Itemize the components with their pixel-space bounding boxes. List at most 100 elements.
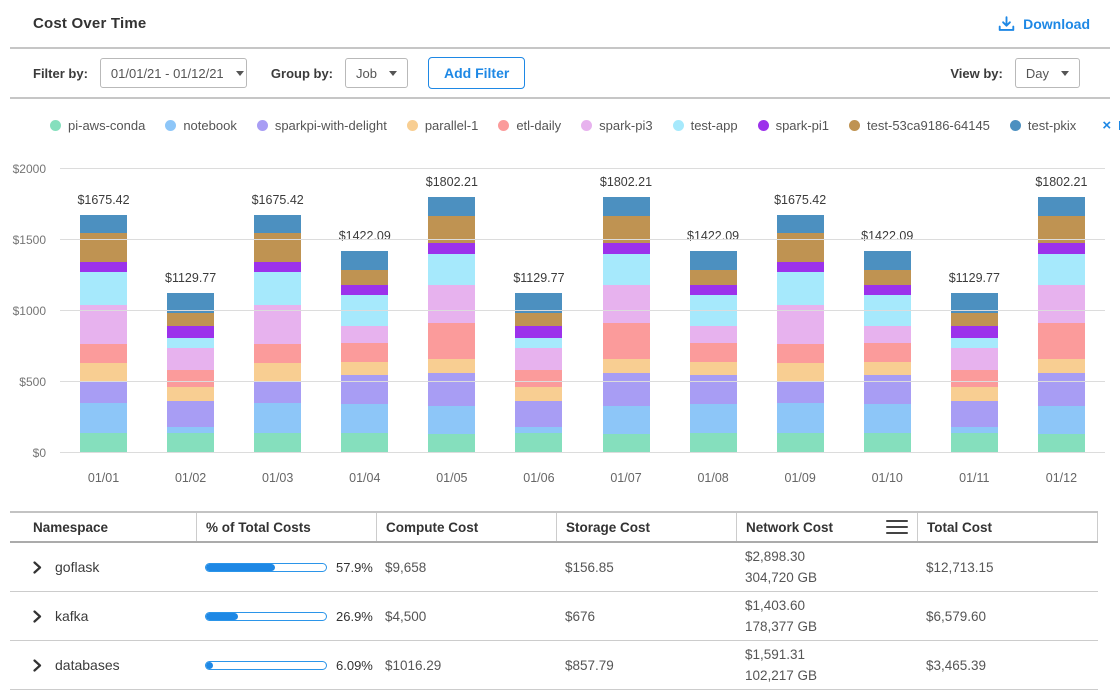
deselect-all-button[interactable]: × Deselect All [1102, 118, 1120, 133]
bar-segment-etl-daily[interactable] [1038, 323, 1085, 359]
add-filter-button[interactable]: Add Filter [428, 57, 525, 89]
download-button[interactable]: Download [998, 16, 1090, 32]
bar-segment-sparkpi-with-delight[interactable] [864, 375, 911, 403]
legend-item-test-pkix[interactable]: test-pkix [1010, 118, 1076, 133]
bar-segment-parallel-1[interactable] [167, 387, 214, 401]
legend-item-sparkpi-with-delight[interactable]: sparkpi-with-delight [257, 118, 387, 133]
bar-segment-test-app[interactable] [254, 272, 301, 305]
bar-segment-test-53ca9186-64145[interactable] [777, 233, 824, 262]
bar[interactable] [167, 293, 214, 453]
bar-segment-spark-pi1[interactable] [603, 243, 650, 254]
bar-segment-sparkpi-with-delight[interactable] [777, 381, 824, 403]
legend-item-etl-daily[interactable]: etl-daily [498, 118, 561, 133]
bar-segment-test-53ca9186-64145[interactable] [80, 233, 127, 262]
bar-segment-etl-daily[interactable] [864, 343, 911, 362]
bar-segment-test-53ca9186-64145[interactable] [341, 270, 388, 286]
expand-chevron-icon[interactable] [33, 610, 42, 623]
bar-segment-test-53ca9186-64145[interactable] [515, 313, 562, 327]
bar-segment-etl-daily[interactable] [428, 323, 475, 359]
bar-segment-etl-daily[interactable] [80, 344, 127, 363]
bar-segment-sparkpi-with-delight[interactable] [80, 381, 127, 403]
bar-segment-parallel-1[interactable] [515, 387, 562, 401]
bar-segment-test-53ca9186-64145[interactable] [690, 270, 737, 286]
bar-segment-pi-aws-conda[interactable] [603, 434, 650, 453]
bar[interactable] [603, 197, 650, 453]
bar-segment-notebook[interactable] [690, 404, 737, 434]
bar-segment-sparkpi-with-delight[interactable] [515, 401, 562, 427]
bar-segment-spark-pi3[interactable] [951, 348, 998, 371]
bar-segment-parallel-1[interactable] [777, 363, 824, 380]
bar-segment-test-app[interactable] [515, 338, 562, 348]
bar-segment-parallel-1[interactable] [254, 363, 301, 380]
bar-segment-notebook[interactable] [603, 406, 650, 435]
bar-segment-notebook[interactable] [1038, 406, 1085, 435]
namespace-cell[interactable]: kafka [10, 608, 196, 624]
bar-segment-parallel-1[interactable] [690, 362, 737, 376]
bar-segment-sparkpi-with-delight[interactable] [428, 373, 475, 405]
bar-segment-test-pkix[interactable] [1038, 197, 1085, 216]
bar-segment-test-53ca9186-64145[interactable] [864, 270, 911, 286]
bar-segment-sparkpi-with-delight[interactable] [341, 375, 388, 403]
bar-segment-test-pkix[interactable] [690, 251, 737, 270]
bar[interactable] [864, 251, 911, 453]
bar-segment-test-app[interactable] [951, 338, 998, 348]
bar-segment-spark-pi3[interactable] [167, 348, 214, 371]
date-range-select[interactable]: 01/01/21 - 01/12/21 [100, 58, 247, 88]
bar-segment-pi-aws-conda[interactable] [515, 433, 562, 453]
bar-segment-parallel-1[interactable] [603, 359, 650, 374]
menu-icon[interactable] [886, 520, 908, 535]
bar-segment-test-pkix[interactable] [341, 251, 388, 270]
bar[interactable] [80, 215, 127, 453]
legend-item-test-app[interactable]: test-app [673, 118, 738, 133]
bar-segment-test-53ca9186-64145[interactable] [254, 233, 301, 262]
bar-segment-test-app[interactable] [80, 272, 127, 305]
bar-segment-spark-pi1[interactable] [515, 326, 562, 337]
namespace-cell[interactable]: databases [10, 657, 196, 673]
bar-segment-sparkpi-with-delight[interactable] [951, 401, 998, 427]
bar-segment-spark-pi3[interactable] [341, 326, 388, 343]
bar-segment-notebook[interactable] [864, 404, 911, 434]
bar-segment-sparkpi-with-delight[interactable] [254, 381, 301, 403]
bar-segment-notebook[interactable] [80, 403, 127, 433]
bar-segment-sparkpi-with-delight[interactable] [690, 375, 737, 403]
bar[interactable] [951, 293, 998, 453]
bar-segment-notebook[interactable] [777, 403, 824, 433]
bar-segment-test-app[interactable] [777, 272, 824, 305]
bar-segment-pi-aws-conda[interactable] [777, 433, 824, 453]
bar[interactable] [341, 251, 388, 453]
group-by-select[interactable]: Job [345, 58, 408, 88]
bar-segment-notebook[interactable] [254, 403, 301, 433]
bar-segment-spark-pi3[interactable] [864, 326, 911, 343]
bar-segment-etl-daily[interactable] [515, 370, 562, 387]
bar-segment-test-app[interactable] [1038, 254, 1085, 285]
bar-segment-spark-pi1[interactable] [341, 285, 388, 294]
bar-segment-spark-pi3[interactable] [515, 348, 562, 371]
bar-segment-spark-pi1[interactable] [1038, 243, 1085, 254]
legend-item-pi-aws-conda[interactable]: pi-aws-conda [50, 118, 145, 133]
bar-segment-test-pkix[interactable] [777, 215, 824, 232]
bar-segment-spark-pi3[interactable] [690, 326, 737, 343]
bar-segment-test-53ca9186-64145[interactable] [951, 313, 998, 327]
bar-segment-pi-aws-conda[interactable] [254, 433, 301, 453]
bar-segment-spark-pi1[interactable] [254, 262, 301, 272]
bar-segment-test-app[interactable] [603, 254, 650, 285]
bar-segment-etl-daily[interactable] [341, 343, 388, 362]
bar-segment-test-pkix[interactable] [80, 215, 127, 232]
bar-segment-spark-pi3[interactable] [428, 285, 475, 323]
bar-segment-spark-pi1[interactable] [951, 326, 998, 337]
bar-segment-etl-daily[interactable] [167, 370, 214, 387]
bar-segment-test-53ca9186-64145[interactable] [167, 313, 214, 327]
bar-segment-parallel-1[interactable] [428, 359, 475, 374]
legend-item-spark-pi1[interactable]: spark-pi1 [758, 118, 829, 133]
bar-segment-spark-pi1[interactable] [864, 285, 911, 294]
bar-segment-parallel-1[interactable] [1038, 359, 1085, 374]
bar[interactable] [777, 215, 824, 453]
bar-segment-spark-pi3[interactable] [1038, 285, 1085, 323]
bar-segment-spark-pi1[interactable] [428, 243, 475, 254]
bar-segment-parallel-1[interactable] [864, 362, 911, 376]
bar[interactable] [254, 215, 301, 453]
legend-item-notebook[interactable]: notebook [165, 118, 237, 133]
bar-segment-pi-aws-conda[interactable] [1038, 434, 1085, 453]
bar-segment-etl-daily[interactable] [254, 344, 301, 363]
bar-segment-pi-aws-conda[interactable] [341, 433, 388, 453]
